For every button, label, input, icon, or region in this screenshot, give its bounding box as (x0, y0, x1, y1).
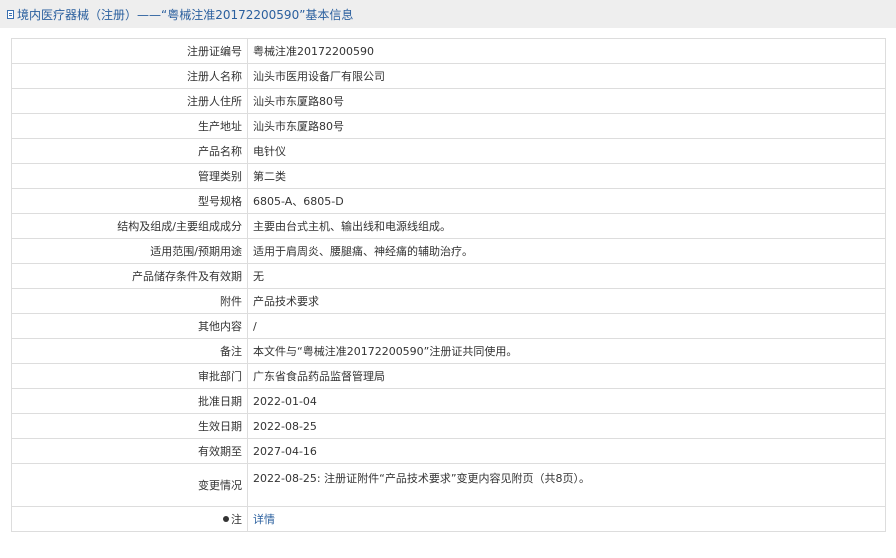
row-label: 有效期至 (11, 438, 248, 464)
table-row: 适用范围/预期用途 适用于肩周炎、腰腿痛、神经痛的辅助治疗。 (11, 238, 886, 264)
row-label: 变更情况 (11, 463, 248, 507)
table-row: 型号规格 6805-A、6805-D (11, 188, 886, 214)
table-row: 有效期至 2027-04-16 (11, 438, 886, 464)
table-row: 管理类别 第二类 (11, 163, 886, 189)
row-value: 电针仪 (247, 138, 886, 164)
row-value: 6805-A、6805-D (247, 188, 886, 214)
row-value: 适用于肩周炎、腰腿痛、神经痛的辅助治疗。 (247, 238, 886, 264)
table-row: 注册人名称 汕头市医用设备厂有限公司 (11, 63, 886, 89)
table-row: 审批部门 广东省食品药品监督管理局 (11, 363, 886, 389)
table-row: 生产地址 汕头市东厦路80号 (11, 113, 886, 139)
row-value: / (247, 313, 886, 339)
table-row: 产品储存条件及有效期无 (11, 263, 886, 289)
row-label: 批准日期 (11, 388, 248, 414)
row-value: 粤械注准20172200590 (247, 38, 886, 64)
row-value: 2022-01-04 (247, 388, 886, 414)
row-value: 2027-04-16 (247, 438, 886, 464)
pin-icon (223, 516, 229, 522)
row-label: 附件 (11, 288, 248, 314)
row-label: 其他内容 (11, 313, 248, 339)
row-label: 注册人名称 (11, 63, 248, 89)
table-row: 结构及组成/主要组成成分 主要由台式主机、输出线和电源线组成。 (11, 213, 886, 239)
table-row: 备注 本文件与“粤械注准20172200590”注册证共同使用。 (11, 338, 886, 364)
row-label: 型号规格 (11, 188, 248, 214)
table-row: 注册人住所 汕头市东厦路80号 (11, 88, 886, 114)
document-icon (7, 9, 14, 19)
row-value: 详情 (247, 506, 886, 532)
row-value: 2022-08-25: 注册证附件“产品技术要求”变更内容见附页（共8页）。 (247, 463, 886, 507)
row-value: 本文件与“粤械注准20172200590”注册证共同使用。 (247, 338, 886, 364)
row-value: 广东省食品药品监督管理局 (247, 363, 886, 389)
row-label: 管理类别 (11, 163, 248, 189)
row-value: 产品技术要求 (247, 288, 886, 314)
row-label: 生产地址 (11, 113, 248, 139)
row-label: 注 (11, 506, 248, 532)
row-label: 产品名称 (11, 138, 248, 164)
row-label: 注册证编号 (11, 38, 248, 64)
row-label: 产品储存条件及有效期 (11, 263, 248, 289)
page-header: 境内医疗器械（注册）——“粤械注准20172200590”基本信息 (0, 0, 896, 28)
page-title: 境内医疗器械（注册）——“粤械注准20172200590”基本信息 (17, 7, 354, 22)
table-row: 其他内容 / (11, 313, 886, 339)
row-label: 适用范围/预期用途 (11, 238, 248, 264)
table-row: 产品名称 电针仪 (11, 138, 886, 164)
table-row: 注册证编号 粤械注准20172200590 (11, 38, 886, 64)
row-label: 结构及组成/主要组成成分 (11, 213, 248, 239)
row-value: 主要由台式主机、输出线和电源线组成。 (247, 213, 886, 239)
info-table: 注册证编号 粤械注准20172200590 注册人名称 汕头市医用设备厂有限公司 注册人… (11, 38, 886, 532)
info-table-body: 注册证编号 粤械注准20172200590 注册人名称 汕头市医用设备厂有限公司 注册人… (11, 38, 886, 532)
details-link[interactable]: 详情 (253, 513, 275, 526)
row-label: 审批部门 (11, 363, 248, 389)
row-label: 备注 (11, 338, 248, 364)
row-label: 生效日期 (11, 413, 248, 439)
table-row: 生效日期 2022-08-25 (11, 413, 886, 439)
row-value: 2022-08-25 (247, 413, 886, 439)
row-value: 第二类 (247, 163, 886, 189)
row-label: 注册人住所 (11, 88, 248, 114)
table-row: 附件 产品技术要求 (11, 288, 886, 314)
table-row: 批准日期 2022-01-04 (11, 388, 886, 414)
row-value: 汕头市东厦路80号 (247, 88, 886, 114)
row-value: 汕头市医用设备厂有限公司 (247, 63, 886, 89)
row-value: 汕头市东厦路80号 (247, 113, 886, 139)
table-row-note: 注详情 (11, 506, 886, 532)
note-label: 注 (231, 513, 242, 526)
table-row-change: 变更情况 2022-08-25: 注册证附件“产品技术要求”变更内容见附页（共8页… (11, 463, 886, 507)
row-value: 无 (247, 263, 886, 289)
